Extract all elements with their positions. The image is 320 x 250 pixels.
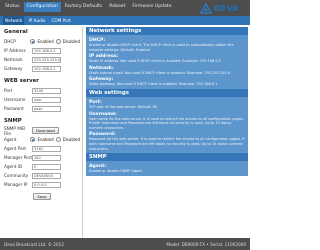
netmask-label: Netmask [4, 57, 23, 62]
save-button[interactable]: Save [33, 193, 51, 200]
footer-copyright: Deva Broadcast Ltd. © 2012 [4, 241, 64, 247]
save-row: Save [4, 192, 80, 201]
agent-label: Agent [4, 137, 17, 142]
dhcp-row: DHCP Enabled Disabled [4, 37, 80, 46]
tab-network[interactable]: Network [3, 16, 25, 25]
username-row: Username user [4, 95, 80, 104]
snmp-title: SNMP [4, 118, 22, 124]
password-label: Password [4, 106, 24, 111]
help-network-title: Network settings [86, 27, 248, 35]
ip-row: IP Address 192.168.0.2 [4, 46, 80, 55]
agent-port-row: Agent Port 3161 [4, 144, 80, 153]
help-web-title: Web settings [86, 88, 248, 97]
gateway-field[interactable]: 192.168.0.1 [32, 65, 61, 72]
help-port-text: TCP port of the web server. Default: 80 [89, 104, 158, 109]
password-field[interactable]: pass [32, 105, 61, 112]
help-agent-text: Enable or disable SNMP Agent. [89, 169, 143, 174]
help-snmp-body: Agent: Enable or disable SNMP Agent. [86, 161, 248, 176]
password-row: Password pass [4, 104, 80, 113]
help-password-text: Password for the web server. It is used … [89, 137, 245, 151]
help-panel[interactable]: Network settings DHCP: Enable or disable… [86, 27, 248, 236]
nav-item-reboot[interactable]: Reboot [106, 2, 128, 12]
nav-item-status[interactable]: Status [2, 2, 23, 12]
settings-form: General DHCP Enabled Disabled IP Address… [4, 29, 80, 236]
manager-ip-field[interactable]: 0.0.0.0 [32, 181, 61, 188]
top-navigation-bar: Status Configuration Factory Defaults Re… [0, 0, 250, 16]
help-network-body: DHCP: Enable or disable DHCP client. The… [86, 35, 248, 89]
ip-label: IP Address [4, 48, 26, 53]
agent-disabled-radio[interactable] [55, 137, 61, 142]
sub-tabs: Network IP Audio COM Port [0, 16, 250, 25]
agent-row: Agent Enabled Disabled [4, 135, 80, 144]
agent-port-label: Agent Port [4, 146, 27, 151]
footer-device-info: Model: DB9000-TX • Serial: 11062000 [166, 241, 246, 247]
dhcp-enabled-label: Enabled [37, 39, 54, 44]
agent-port-field[interactable]: 3161 [32, 145, 61, 152]
mib-label: SNMP MIB File [4, 125, 25, 136]
agent-id-label: Agent ID [4, 164, 23, 169]
agent-enabled-radio[interactable] [30, 137, 36, 142]
web-port-field[interactable]: 3100 [32, 87, 61, 94]
tab-ip-audio[interactable]: IP Audio [26, 16, 47, 25]
gateway-label: Gateway [4, 66, 23, 71]
nav-item-factory-defaults[interactable]: Factory Defaults [62, 2, 105, 12]
help-username-text: User name for the web server. It is used… [89, 116, 244, 130]
netmask-row: Netmask 255.255.255.0 [4, 55, 80, 64]
community-label: Community [4, 173, 29, 178]
username-label: Username [4, 97, 26, 102]
agent-id-field[interactable]: 0 [32, 163, 61, 170]
help-ip-text: Static IP address. Not used if DHCP clie… [89, 59, 222, 64]
web-port-label: Port [4, 88, 13, 93]
manager-ip-row: Manager IP 0.0.0.0 [4, 180, 80, 189]
footer-bar: Deva Broadcast Ltd. © 2012 Model: DB9000… [0, 238, 250, 250]
gateway-row: Gateway 192.168.0.1 [4, 64, 80, 73]
main-nav: Status Configuration Factory Defaults Re… [2, 2, 175, 14]
community-field[interactable]: DEVA0000 [32, 172, 61, 179]
help-dhcp-text: Enable or disable DHCP client. The DHCP … [89, 43, 234, 52]
general-title: General [4, 29, 28, 35]
help-snmp-title: SNMP [86, 153, 248, 162]
download-button[interactable]: Download [32, 127, 59, 134]
dhcp-enabled-radio[interactable] [30, 39, 36, 44]
netmask-field[interactable]: 255.255.255.0 [32, 56, 61, 63]
manager-port-row: Manager Port 162 [4, 153, 80, 162]
manager-port-field[interactable]: 162 [32, 154, 61, 161]
column-divider [82, 27, 83, 237]
community-row: Community DEVA0000 [4, 171, 80, 180]
manager-port-label: Manager Port [4, 155, 32, 160]
dhcp-disabled-label: Disabled [62, 39, 80, 44]
logo-mark-icon [200, 2, 212, 14]
username-field[interactable]: user [32, 96, 61, 103]
nav-item-firmware-update[interactable]: Firmware Update [129, 2, 174, 12]
manager-ip-label: Manager IP [4, 182, 28, 187]
tab-com-port[interactable]: COM Port [49, 16, 72, 25]
help-web-body: Port: TCP port of the web server. Defaul… [86, 96, 248, 154]
agent-id-row: Agent ID 0 [4, 162, 80, 171]
deva-logo: DEVA [200, 1, 246, 15]
agent-disabled-label: Disabled [62, 137, 80, 142]
help-gateway-text: Static gateway. Not used if DHCP client … [89, 82, 218, 87]
mib-row: SNMP MIB File Download [4, 125, 80, 136]
ip-address-field[interactable]: 192.168.0.2 [32, 47, 61, 54]
agent-enabled-label: Enabled [37, 137, 54, 142]
dhcp-label: DHCP [4, 39, 16, 44]
web-server-title: WEB server [4, 78, 39, 84]
dhcp-disabled-radio[interactable] [55, 39, 61, 44]
web-port-row: Port 3100 [4, 86, 80, 95]
nav-item-configuration[interactable]: Configuration [23, 2, 61, 12]
logo-text: DEVA [214, 3, 239, 13]
help-netmask-text: Static subnet mask. Not used if DHCP cli… [89, 70, 230, 75]
